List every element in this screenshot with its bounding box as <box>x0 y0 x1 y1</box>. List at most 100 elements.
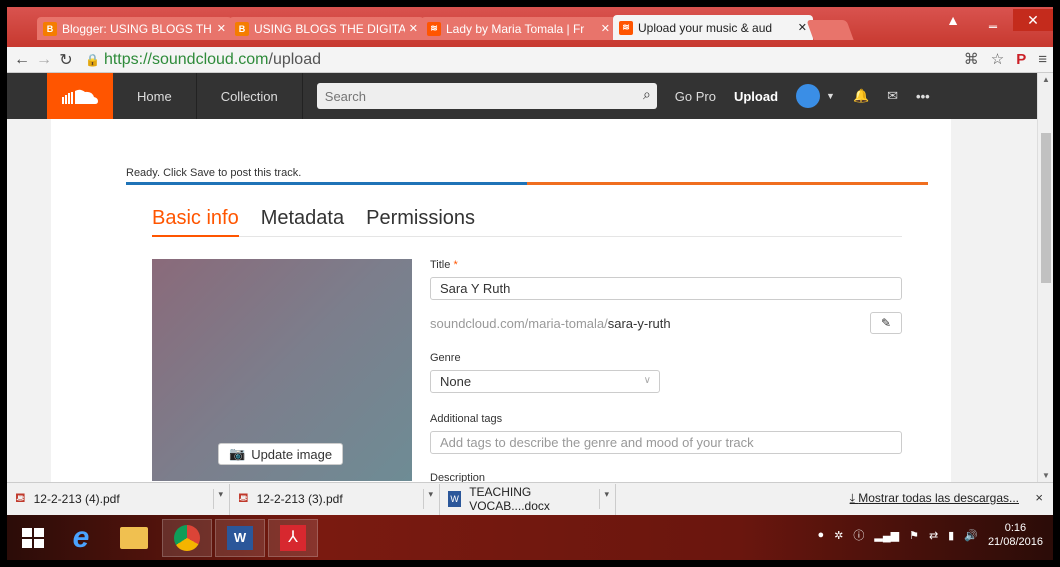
close-icon[interactable]: ✕ <box>409 22 418 35</box>
folder-glyph <box>120 526 148 549</box>
scroll-thumb[interactable] <box>1041 133 1051 283</box>
header-right: Go Pro Upload ▼ 🔔 ✉ ••• <box>675 84 930 108</box>
word-icon[interactable]: W <box>215 518 265 557</box>
clock[interactable]: 0:16 21/08/2016 <box>988 521 1043 549</box>
internet-explorer-icon[interactable]: e <box>56 519 106 557</box>
nav-home[interactable]: Home <box>113 73 197 119</box>
show-all-downloads-label: Mostrar todas las descargas... <box>858 491 1019 505</box>
chevron-down-icon[interactable]: ▼ <box>826 91 835 101</box>
menu-icon[interactable]: ≡ <box>1038 51 1047 68</box>
download-item[interactable]: ⛾ 12-2-213 (4).pdf ▾ <box>7 483 230 515</box>
title-label-text: Title <box>430 259 451 271</box>
download-name: 12-2-213 (3).pdf <box>256 492 343 506</box>
back-icon[interactable]: ← <box>11 51 33 69</box>
show-all-downloads-link[interactable]: ⤓ Mostrar todas las descargas... <box>850 491 1019 506</box>
clock-date: 21/08/2016 <box>987 536 1043 548</box>
upload-status: Ready. Click Save to post this track. <box>126 167 302 179</box>
tray-app-icon[interactable]: ✲ <box>834 529 843 542</box>
close-icon[interactable]: ✕ <box>798 21 807 34</box>
minimize-icon[interactable]: ‗ <box>973 9 1013 31</box>
reload-icon[interactable]: ↻ <box>55 50 77 70</box>
track-form: Title * Sara Y Ruth soundcloud.com/maria… <box>430 259 902 482</box>
progress-blue <box>126 182 527 185</box>
lock-icon: 🔒 <box>85 52 100 67</box>
close-downloads-bar[interactable]: × <box>1035 490 1043 505</box>
sync-icon[interactable]: ⇄ <box>929 529 938 542</box>
browser-tab-1[interactable]: B Blogger: USING BLOGS TH ✕ <box>37 17 232 40</box>
soundcloud-logo[interactable] <box>47 73 113 119</box>
avatar[interactable] <box>796 84 821 108</box>
tab-basic-info[interactable]: Basic info <box>152 207 239 237</box>
forward-icon[interactable]: → <box>33 51 55 69</box>
close-window-icon[interactable]: ✕ <box>1013 9 1053 31</box>
title-input[interactable]: Sara Y Ruth <box>430 277 902 300</box>
edit-permalink-button[interactable]: ✎ <box>870 312 902 334</box>
browser-tab-3[interactable]: ≋ Lady by Maria Tomala | Fr ✕ <box>421 17 616 40</box>
blogger-icon: B <box>235 21 249 36</box>
scroll-down-icon[interactable]: ▼ <box>1042 471 1050 480</box>
acrobat-icon[interactable]: ⅄ <box>268 518 318 557</box>
caret-icon[interactable]: ▾ <box>213 488 223 509</box>
blogger-icon: B <box>43 21 57 36</box>
caret-icon[interactable]: ▾ <box>599 488 609 509</box>
browser-tab-2[interactable]: B USING BLOGS THE DIGITA ✕ <box>229 17 424 40</box>
notifications-icon[interactable]: 🔔 <box>853 88 869 104</box>
browser-tab-4[interactable]: ≋ Upload your music & aud ✕ <box>613 15 813 40</box>
clock-time: 0:16 <box>1004 522 1027 534</box>
permalink: soundcloud.com/maria-tomala/sara-y-ruth <box>430 316 671 331</box>
network-icon[interactable]: ▂▄▆ <box>874 529 899 542</box>
flag-icon[interactable]: ⚑ <box>909 529 919 542</box>
translate-icon[interactable]: ⌘ <box>964 50 979 68</box>
chrome-glyph <box>174 524 200 551</box>
tab-label: USING BLOGS THE DIGITA <box>254 21 405 36</box>
close-icon[interactable]: ✕ <box>601 22 610 35</box>
address-toolbar: ← → ↻ 🔒 https://soundcloud.com/upload ⌘ … <box>7 47 1053 73</box>
chrome-icon[interactable] <box>162 518 212 557</box>
caret-icon[interactable]: ▾ <box>423 488 433 509</box>
page-scrollbar[interactable]: ▲ ▼ <box>1037 73 1053 482</box>
upload-area: Ready. Click Save to post this track. Ba… <box>7 119 1037 482</box>
tags-input[interactable]: Add tags to describe the genre and mood … <box>430 431 902 454</box>
tab-label: Blogger: USING BLOGS TH <box>62 21 212 36</box>
pinterest-icon[interactable]: P <box>1016 51 1026 68</box>
new-tab-button[interactable] <box>806 20 854 40</box>
star-icon[interactable]: ☆ <box>991 50 1004 68</box>
soundcloud-icon: ≋ <box>619 20 633 35</box>
close-icon[interactable]: ✕ <box>217 22 226 35</box>
tab-label: Lady by Maria Tomala | Fr <box>446 21 585 36</box>
windows-start-icon[interactable] <box>13 519 53 557</box>
more-icon[interactable]: ••• <box>916 89 930 104</box>
nav-collection[interactable]: Collection <box>197 73 303 119</box>
file-explorer-icon[interactable] <box>109 519 159 557</box>
pencil-icon: ✎ <box>880 316 892 330</box>
update-image-button[interactable]: 📷 Update image <box>218 443 344 465</box>
tab-permissions[interactable]: Permissions <box>366 207 475 237</box>
user-icon[interactable]: ▲ <box>933 9 973 31</box>
battery-icon[interactable]: ▮ <box>948 529 954 542</box>
scroll-up-icon[interactable]: ▲ <box>1042 75 1050 84</box>
genre-select[interactable]: None ∨ <box>430 370 660 393</box>
upload-link[interactable]: Upload <box>734 89 778 104</box>
permalink-slug: sara-y-ruth <box>607 315 671 331</box>
tab-strip: B Blogger: USING BLOGS TH ✕ B USING BLOG… <box>7 7 1053 47</box>
url-host: https://soundcloud.com <box>103 50 269 68</box>
search-input[interactable] <box>324 88 649 104</box>
permalink-base: soundcloud.com/maria-tomala/ <box>430 315 608 331</box>
progress-orange <box>527 182 928 185</box>
tab-metadata[interactable]: Metadata <box>261 207 344 237</box>
tray-chrome-icon[interactable]: ● <box>817 529 824 541</box>
soundcloud-logo-icon <box>62 89 98 104</box>
description-label: Description <box>430 472 486 482</box>
url-path: /upload <box>268 50 322 68</box>
address-bar[interactable]: https://soundcloud.com/upload <box>104 51 321 69</box>
tags-label: Additional tags <box>430 413 503 425</box>
volume-icon[interactable]: 🔊 <box>964 529 978 542</box>
download-item[interactable]: ⛾ 12-2-213 (3).pdf ▾ <box>230 483 440 515</box>
messages-icon[interactable]: ✉ <box>887 88 898 104</box>
windows-logo-icon <box>22 527 44 548</box>
tray-info-icon[interactable]: ⓘ <box>853 527 864 543</box>
download-item[interactable]: W TEACHING VOCAB....docx ▾ <box>440 483 616 515</box>
search-icon[interactable]: ⌕ <box>643 86 651 103</box>
system-tray: ● ✲ ⓘ ▂▄▆ ⚑ ⇄ ▮ 🔊 0:16 21/08/2016 <box>817 521 1043 549</box>
go-pro-link[interactable]: Go Pro <box>675 89 716 104</box>
